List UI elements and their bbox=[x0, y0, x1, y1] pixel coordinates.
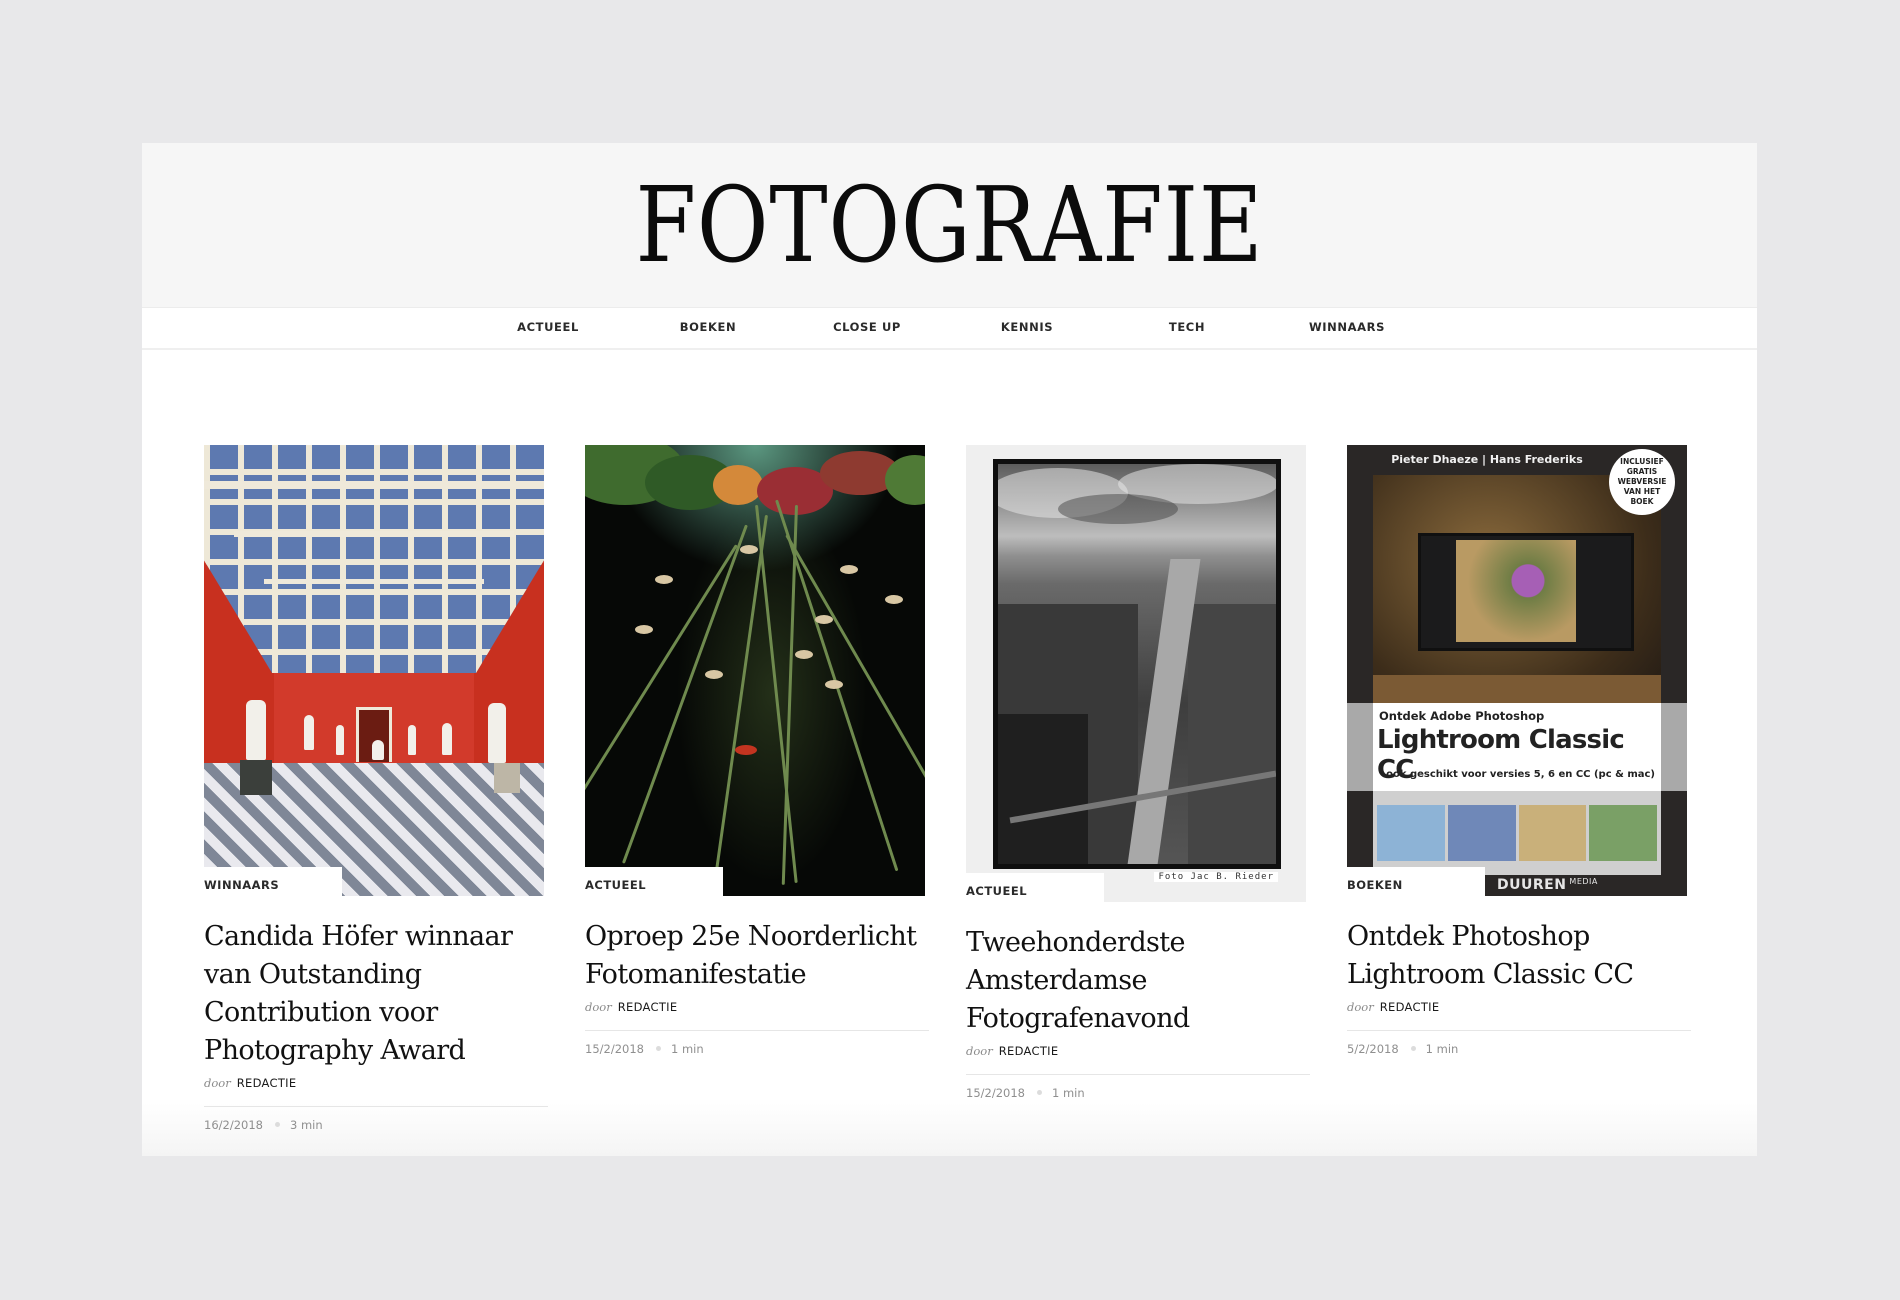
book-badge: INCLUSIEF GRATIS WEBVERSIE VAN HET BOEK bbox=[1609, 449, 1675, 515]
article-title[interactable]: Candida Höfer winnaar van Outstanding Co… bbox=[204, 918, 548, 1070]
read-time: 1 min bbox=[670, 1042, 704, 1056]
masthead: FOTOGRAFIE bbox=[142, 143, 1757, 308]
article-thumbnail[interactable]: Foto Jac B. Rieder ACTUEEL bbox=[966, 445, 1306, 902]
read-time: 1 min bbox=[1425, 1042, 1459, 1056]
gallery-hall-image bbox=[204, 445, 544, 896]
article-thumbnail[interactable]: Pieter Dhaeze | Hans Frederiks INCLUSIEF… bbox=[1347, 445, 1687, 896]
byline-prefix: door bbox=[966, 1044, 993, 1058]
nav-item-tech[interactable]: TECH bbox=[1107, 320, 1267, 334]
byline: door REDACTIE bbox=[966, 1044, 1310, 1062]
category-tag[interactable]: WINNAARS bbox=[204, 867, 342, 896]
separator-dot-icon bbox=[1410, 1046, 1416, 1051]
water-lily-image bbox=[585, 445, 925, 896]
article-title[interactable]: Tweehonderdste Amsterdamse Fotografenavo… bbox=[966, 924, 1266, 1038]
publish-date: 5/2/2018 bbox=[1347, 1042, 1399, 1056]
amsterdam-canal-image: Foto Jac B. Rieder bbox=[966, 445, 1306, 902]
byline-prefix: door bbox=[585, 1000, 612, 1014]
article-meta: 16/2/2018 3 min bbox=[204, 1118, 548, 1132]
article-meta: 15/2/2018 1 min bbox=[585, 1042, 929, 1056]
nav-item-boeken[interactable]: BOEKEN bbox=[628, 320, 788, 334]
category-tag[interactable]: BOEKEN bbox=[1347, 867, 1485, 896]
photo-credit: Foto Jac B. Rieder bbox=[1154, 872, 1278, 882]
book-authors: Pieter Dhaeze | Hans Frederiks bbox=[1391, 453, 1583, 466]
author-link[interactable]: REDACTIE bbox=[618, 1000, 678, 1014]
book-cover-image: Pieter Dhaeze | Hans Frederiks INCLUSIEF… bbox=[1347, 445, 1687, 896]
nav-item-close-up[interactable]: CLOSE UP bbox=[787, 320, 947, 334]
article-card: Foto Jac B. Rieder ACTUEEL Tweehonderdst… bbox=[966, 445, 1310, 1100]
main-nav: ACTUEEL BOEKEN CLOSE UP KENNIS TECH WINN… bbox=[142, 308, 1757, 350]
read-time: 3 min bbox=[289, 1118, 323, 1132]
publish-date: 15/2/2018 bbox=[966, 1086, 1025, 1100]
divider bbox=[966, 1074, 1310, 1075]
article-meta: 15/2/2018 1 min bbox=[966, 1086, 1310, 1100]
separator-dot-icon bbox=[655, 1046, 661, 1051]
article-thumbnail[interactable]: WINNAARS bbox=[204, 445, 544, 896]
article-title[interactable]: Ontdek Photoshop Lightroom Classic CC bbox=[1347, 918, 1647, 994]
nav-item-winnaars[interactable]: WINNAARS bbox=[1267, 320, 1427, 334]
book-publisher: DUUREN MEDIA bbox=[1497, 877, 1598, 893]
book-cover-line1: Ontdek Adobe Photoshop bbox=[1379, 709, 1545, 723]
divider bbox=[1347, 1030, 1691, 1031]
category-tag[interactable]: ACTUEEL bbox=[585, 867, 723, 896]
article-card: ACTUEEL Oproep 25e Noorderlicht Fotomani… bbox=[585, 445, 929, 1056]
publish-date: 16/2/2018 bbox=[204, 1118, 263, 1132]
nav-item-kennis[interactable]: KENNIS bbox=[947, 320, 1107, 334]
book-cover-line3: ook geschikt voor versies 5, 6 en CC (pc… bbox=[1386, 769, 1655, 780]
byline-prefix: door bbox=[204, 1076, 231, 1090]
article-thumbnail[interactable]: ACTUEEL bbox=[585, 445, 925, 896]
article-card: Pieter Dhaeze | Hans Frederiks INCLUSIEF… bbox=[1347, 445, 1691, 1056]
article-meta: 5/2/2018 1 min bbox=[1347, 1042, 1691, 1056]
author-link[interactable]: REDACTIE bbox=[1380, 1000, 1440, 1014]
separator-dot-icon bbox=[274, 1122, 280, 1127]
author-link[interactable]: REDACTIE bbox=[237, 1076, 297, 1090]
byline: door REDACTIE bbox=[585, 1000, 929, 1018]
article-title[interactable]: Oproep 25e Noorderlicht Fotomanifestatie bbox=[585, 918, 929, 994]
byline: door REDACTIE bbox=[204, 1076, 548, 1094]
byline-prefix: door bbox=[1347, 1000, 1374, 1014]
site-logo[interactable]: FOTOGRAFIE bbox=[271, 165, 1628, 285]
author-link[interactable]: REDACTIE bbox=[999, 1044, 1059, 1058]
nav-item-actueel[interactable]: ACTUEEL bbox=[468, 320, 628, 334]
divider bbox=[204, 1106, 548, 1107]
publish-date: 15/2/2018 bbox=[585, 1042, 644, 1056]
category-tag[interactable]: ACTUEEL bbox=[966, 873, 1104, 902]
byline: door REDACTIE bbox=[1347, 1000, 1691, 1018]
article-card: WINNAARS Candida Höfer winnaar van Outst… bbox=[204, 445, 548, 1132]
separator-dot-icon bbox=[1036, 1090, 1042, 1095]
read-time: 1 min bbox=[1051, 1086, 1085, 1100]
divider bbox=[585, 1030, 929, 1031]
page-panel: FOTOGRAFIE ACTUEEL BOEKEN CLOSE UP KENNI… bbox=[142, 143, 1757, 1156]
